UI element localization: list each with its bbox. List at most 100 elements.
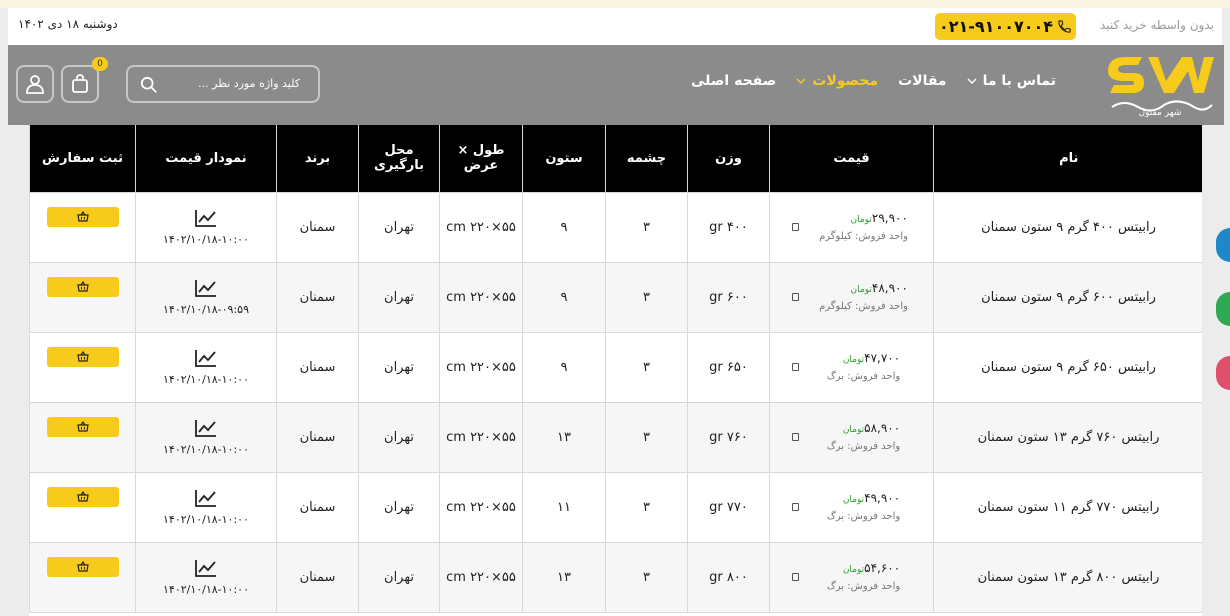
unit-prefix: واحد فروش: <box>847 441 901 452</box>
brand-cell: سمنان <box>276 331 359 403</box>
location-cell: تهران <box>358 331 440 403</box>
unit-prefix: واحد فروش: <box>855 301 908 312</box>
compare-icon[interactable] <box>792 222 799 231</box>
shopping-bag-icon <box>72 74 88 93</box>
unit-value: برگ <box>826 511 845 522</box>
location-cell: تهران <box>358 191 440 263</box>
currency-label: تومان <box>850 215 872 225</box>
basket-icon <box>76 560 89 572</box>
compare-icon[interactable] <box>792 292 799 301</box>
mesh-cell: ۳ <box>605 471 688 543</box>
currency-label: تومان <box>842 425 865 435</box>
line-chart-icon[interactable] <box>195 349 217 367</box>
unit-value: برگ <box>826 441 845 452</box>
basket-icon <box>76 350 89 362</box>
line-chart-icon[interactable] <box>195 279 217 297</box>
size-cell: ۵۵×۲۲۰ cm <box>439 541 523 613</box>
compare-icon[interactable] <box>792 432 799 441</box>
product-name[interactable]: رابیتس ۶۰۰ گرم ۹ ستون سمنان <box>933 261 1202 333</box>
search-input[interactable]: کلید واژه مورد نظر ... <box>198 77 300 90</box>
basket-icon <box>76 420 89 432</box>
nav-contact[interactable]: تماس با ما <box>967 73 1056 89</box>
add-to-cart-button[interactable] <box>46 207 119 227</box>
price-updated-date: ۱۴۰۲/۱۰/۱۸-۱۰:۰۰ <box>163 512 249 526</box>
table-row: رابیتس ۸۰۰ گرم ۱۳ ستون سمنان ۵۴,۶۰۰تومان و… <box>29 541 1202 613</box>
side-widget-blue[interactable] <box>1216 228 1230 262</box>
compare-icon[interactable] <box>792 502 799 511</box>
weight-cell: ۴۰۰ gr <box>687 191 770 263</box>
price-updated-date: ۱۴۰۲/۱۰/۱۸-۱۰:۰۰ <box>163 442 249 456</box>
price-updated-date: ۱۴۰۲/۱۰/۱۸-۱۰:۰۰ <box>163 232 249 246</box>
site-logo[interactable]: شهر مفتول <box>1104 51 1216 117</box>
cart-button[interactable] <box>61 65 99 103</box>
product-name[interactable]: رابیتس ۶۵۰ گرم ۹ ستون سمنان <box>933 331 1202 403</box>
product-name[interactable]: رابیتس ۸۰۰ گرم ۱۳ ستون سمنان <box>933 541 1202 613</box>
chevron-down-icon <box>967 78 977 84</box>
cart-count-badge: 0 <box>92 57 108 71</box>
line-chart-icon[interactable] <box>195 489 217 507</box>
price-chart-cell[interactable]: ۱۴۰۲/۱۰/۱۸-۱۰:۰۰ <box>135 191 277 263</box>
column-cell: ۹ <box>522 331 606 403</box>
phone-button[interactable]: ۰۲۱-۹۱۰۰۷۰۰۴ <box>935 13 1076 40</box>
price-value: ۴۷,۷۰۰ <box>864 351 901 365</box>
currency-label: تومان <box>842 495 865 505</box>
price-cell: ۵۸,۹۰۰تومان واحد فروش: برگ <box>769 401 934 473</box>
line-chart-icon[interactable] <box>195 559 217 577</box>
unit-value: کیلوگرم <box>819 231 852 242</box>
nav-products[interactable]: محصولات <box>796 73 878 89</box>
header-price: قیمت <box>769 125 934 192</box>
product-name[interactable]: رابیتس ۴۰۰ گرم ۹ ستون سمنان <box>933 191 1202 263</box>
product-name[interactable]: رابیتس ۷۶۰ گرم ۱۳ ستون سمنان <box>933 401 1202 473</box>
price-updated-date: ۱۴۰۲/۱۰/۱۸-۱۰:۰۰ <box>163 582 249 596</box>
add-to-cart-button[interactable] <box>46 487 119 507</box>
phone-icon <box>1058 20 1071 33</box>
user-icon <box>26 75 44 94</box>
price-chart-cell[interactable]: ۱۴۰۲/۱۰/۱۸-۱۰:۰۰ <box>135 331 277 403</box>
add-to-cart-button[interactable] <box>46 557 119 577</box>
size-cell: ۵۵×۲۲۰ cm <box>439 331 523 403</box>
column-cell: ۱۳ <box>522 541 606 613</box>
table-row: رابیتس ۴۰۰ گرم ۹ ستون سمنان ۲۹,۹۰۰تومان وا… <box>29 191 1202 263</box>
table-body: رابیتس ۴۰۰ گرم ۹ ستون سمنان ۲۹,۹۰۰تومان وا… <box>29 191 1202 613</box>
price-chart-cell[interactable]: ۱۴۰۲/۱۰/۱۸-۱۰:۰۰ <box>135 471 277 543</box>
line-chart-icon[interactable] <box>195 419 217 437</box>
price-chart-cell[interactable]: ۱۴۰۲/۱۰/۱۸-۱۰:۰۰ <box>135 541 277 613</box>
price-table-container: نام قیمت وزن چشمه ستون طول × عرض محل بار… <box>29 125 1202 616</box>
compare-icon[interactable] <box>792 572 799 581</box>
location-cell: تهران <box>358 261 440 333</box>
compare-icon[interactable] <box>792 362 799 371</box>
column-cell: ۹ <box>522 191 606 263</box>
nav-articles[interactable]: مقالات <box>898 73 947 89</box>
side-widget-red[interactable] <box>1216 356 1230 390</box>
main-nav: صفحه اصلی محصولات مقالات تماس با ما <box>691 73 1056 89</box>
weight-cell: ۶۵۰ gr <box>687 331 770 403</box>
order-cell <box>29 261 136 333</box>
search-box[interactable]: کلید واژه مورد نظر ... <box>126 65 320 103</box>
table-header-row: نام قیمت وزن چشمه ستون طول × عرض محل بار… <box>29 125 1202 192</box>
weight-cell: ۷۷۰ gr <box>687 471 770 543</box>
currency-label: تومان <box>842 355 865 365</box>
add-to-cart-button[interactable] <box>46 347 119 367</box>
size-cell: ۵۵×۲۲۰ cm <box>439 401 523 473</box>
table-row: رابیتس ۷۷۰ گرم ۱۱ ستون سمنان ۴۹,۹۰۰تومان و… <box>29 471 1202 543</box>
page: دوشنبه ۱۸ دی ۱۴۰۲ ۰۲۱-۹۱۰۰۷۰۰۴ بدون واسط… <box>0 0 1230 616</box>
price-chart-cell[interactable]: ۱۴۰۲/۱۰/۱۸-۰۹:۵۹ <box>135 261 277 333</box>
price-value: ۵۴,۶۰۰ <box>864 561 901 575</box>
price-chart-cell[interactable]: ۱۴۰۲/۱۰/۱۸-۱۰:۰۰ <box>135 401 277 473</box>
chevron-down-icon <box>796 78 806 84</box>
search-icon[interactable] <box>140 76 158 94</box>
price-value: ۴۹,۹۰۰ <box>864 491 901 505</box>
account-button[interactable] <box>16 65 54 103</box>
add-to-cart-button[interactable] <box>46 417 119 437</box>
add-to-cart-button[interactable] <box>46 277 119 297</box>
side-widget-green[interactable] <box>1216 292 1230 326</box>
price-updated-date: ۱۴۰۲/۱۰/۱۸-۱۰:۰۰ <box>163 372 249 386</box>
unit-prefix: واحد فروش: <box>855 231 908 242</box>
line-chart-icon[interactable] <box>195 209 217 227</box>
location-cell: تهران <box>358 471 440 543</box>
brand-cell: سمنان <box>276 401 359 473</box>
column-cell: ۱۳ <box>522 401 606 473</box>
nav-home[interactable]: صفحه اصلی <box>691 73 776 89</box>
product-name[interactable]: رابیتس ۷۷۰ گرم ۱۱ ستون سمنان <box>933 471 1202 543</box>
header-location: محل بارگیری <box>358 125 440 192</box>
